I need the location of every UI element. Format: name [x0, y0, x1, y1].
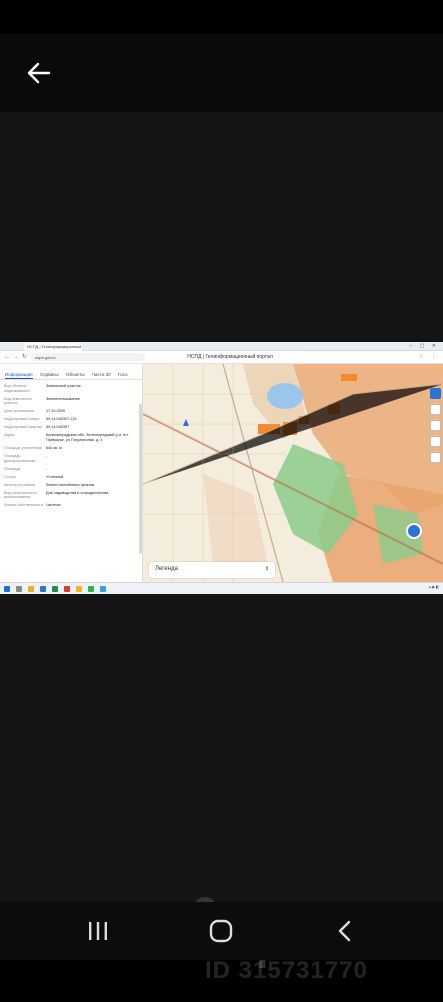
info-row: Статус Учтенный [4, 475, 140, 480]
print-icon [430, 452, 441, 463]
info-label: Вид объекта недвижимости [4, 384, 30, 393]
info-value: - [46, 466, 48, 471]
info-value: Земли населённых пунктов [46, 482, 95, 487]
info-label: Вид земельного участка [4, 396, 33, 406]
back-button[interactable] [22, 56, 56, 90]
info-row: Дата присвоения 17.10.2009 [4, 409, 140, 414]
system-nav-bar [0, 902, 443, 960]
info-value: Землепользование [46, 396, 80, 401]
word-icon [40, 586, 46, 592]
map-toolbar [430, 388, 441, 468]
legend-select: Легенда ⇕ [149, 562, 275, 578]
info-row: Площадь уточненная 640 кв. м [4, 446, 140, 451]
tab-objects: Объекты [66, 372, 85, 377]
info-row: Вид земельного участка Землепользование [4, 397, 140, 406]
info-panel: Информация Сервисы Объекты Части ЗУ Госо… [0, 364, 143, 582]
browser-tab: НСПД | Геоинформационный портал [24, 343, 82, 351]
cadastral-map: Легенда ⇕ [143, 364, 443, 582]
status-bar [0, 0, 443, 34]
panel-scrollbar [139, 404, 142, 554]
info-row: Площадь - [4, 467, 140, 472]
tab-parts: Части ЗУ [92, 372, 112, 377]
info-row: Категория земель Земли населённых пунктов [4, 483, 140, 488]
page-title: НСПД | Геоинформационный портал [187, 354, 273, 360]
back-chevron-icon [338, 920, 351, 942]
zoom-out-icon [430, 420, 441, 431]
legend-label: Легенда [155, 566, 178, 572]
excel-icon [52, 586, 58, 592]
recents-button[interactable] [78, 916, 118, 946]
listing-photo: НСПД | Геоинформационный портал – ▢ ✕ ←→… [0, 342, 443, 594]
info-label: Площадь декларированная [4, 454, 36, 463]
info-value: 17.10.2009 [46, 409, 66, 413]
info-value: Частная [46, 503, 61, 507]
info-label: Дата присвоения [4, 409, 35, 413]
panel-tabs: Информация Сервисы Объекты Части ЗУ Госо [0, 370, 143, 380]
url-field: nspd.gov.ru [30, 353, 145, 361]
info-value: Для садоводства и огородничества [46, 490, 109, 495]
info-list: Вид объекта недвижимости Земельный участо… [4, 384, 140, 511]
windows-taskbar: ▴ ◉ ◧ [0, 582, 443, 594]
info-label: Кадастровый номер [4, 417, 40, 421]
info-row: Площадь декларированная - [4, 454, 140, 463]
ruler-icon [430, 436, 441, 447]
info-row: Форма собственности Частная [4, 503, 140, 508]
telegram-icon [100, 586, 106, 592]
back-nav-button[interactable] [325, 916, 365, 946]
opera-icon [64, 586, 70, 592]
system-tray: ▴ ◉ ◧ [428, 585, 439, 589]
tab-more: Госо [118, 372, 128, 377]
browser-toolbar-icons: ☆ ⋮ [419, 354, 439, 360]
info-row: Вид объекта недвижимости Земельный участо… [4, 384, 140, 393]
home-icon [209, 919, 233, 943]
home-button[interactable] [201, 916, 241, 946]
chevron-updown-icon: ⇕ [264, 566, 269, 572]
folder-icon [28, 586, 34, 592]
info-label: Адрес [4, 433, 15, 437]
windows-start-icon [4, 586, 10, 592]
map-canvas [143, 364, 443, 582]
info-row: Кадастровый номер 39:14:040307:124 [4, 417, 140, 422]
chat-icon [406, 523, 422, 539]
window-controls: – ▢ ✕ [409, 343, 439, 349]
info-value: 39:14:040307 [46, 425, 70, 429]
recents-icon [89, 922, 107, 940]
info-row: Адрес Калининградская обл, Зеленоградский… [4, 433, 140, 442]
chrome-icon [76, 586, 82, 592]
info-value: Земельный участок [46, 384, 81, 388]
zoom-in-icon [430, 404, 441, 415]
info-label: Площадь уточненная [4, 446, 42, 450]
info-label: Площадь [4, 466, 21, 471]
info-value: - [46, 454, 48, 458]
info-value: Калининградская обл, Зеленоградский р-н,… [46, 433, 129, 442]
info-row: Вид разрешенного использования Для садово… [4, 491, 140, 500]
browser-addressbar: ←→↻ nspd.gov.ru НСПД | Геоинформационный… [0, 351, 443, 364]
info-row: Кадастровый квартал 39:14:040307 [4, 425, 140, 430]
info-label: Вид разрешенного использования [4, 490, 37, 500]
watermark-id: ID 315731770 [205, 957, 368, 984]
info-value: Учтенный [46, 474, 64, 479]
search-icon [16, 586, 22, 592]
tab-info: Информация [5, 372, 33, 379]
info-value: 640 кв. м [46, 446, 62, 450]
info-label: Кадастровый квартал [4, 425, 43, 429]
browser-nav-icons: ←→↻ [4, 354, 31, 360]
whatsapp-icon [88, 586, 94, 592]
info-label: Форма собственности [4, 503, 43, 507]
top-bar [0, 34, 443, 112]
arrow-left-icon [27, 62, 51, 84]
tab-services: Сервисы [40, 372, 59, 377]
info-label: Категория земель [4, 482, 36, 487]
layers-icon [430, 388, 441, 399]
browser-titlebar: НСПД | Геоинформационный портал – ▢ ✕ [0, 342, 443, 351]
image-viewer: НСПД | Геоинформационный портал – ▢ ✕ ←→… [0, 112, 443, 984]
info-value: 39:14:040307:124 [46, 417, 77, 421]
info-label: Статус [4, 474, 17, 479]
